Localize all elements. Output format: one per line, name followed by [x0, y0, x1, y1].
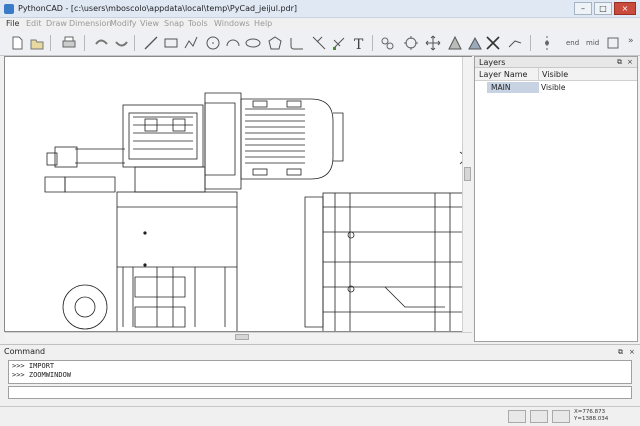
snap-mid-button[interactable]: mid — [586, 39, 599, 47]
command-float-button[interactable]: ⧉ — [618, 348, 623, 357]
trim-tool-icon[interactable] — [330, 34, 348, 52]
canvas-horizontal-scrollbar[interactable] — [5, 332, 472, 341]
coordinate-y: Y=1388.034 — [574, 416, 609, 422]
menu-modify[interactable]: Modify — [110, 19, 137, 28]
maximize-button[interactable]: □ — [594, 2, 612, 15]
canvas-vertical-scrollbar[interactable] — [462, 57, 472, 332]
cad-drawing — [44, 92, 465, 331]
chamfer-tool-icon[interactable] — [310, 34, 328, 52]
cursor-coordinates: X=776.873 Y=1388.034 — [574, 409, 608, 423]
command-panel: Command ⧉ × >>> IMPORT >>> ZOOMWINDOW — [0, 344, 640, 406]
command-input[interactable] — [8, 386, 632, 399]
menu-dimension[interactable]: Dimension — [69, 19, 112, 28]
delete-tool-icon[interactable] — [484, 34, 502, 52]
layers-panel: Layers ⧉ × Layer Name Visible MAIN Visib… — [474, 56, 638, 342]
toolbar: T end mid » — [0, 30, 640, 56]
minimize-button[interactable]: – — [574, 2, 592, 15]
copy-tool-icon[interactable] — [378, 34, 396, 52]
open-file-icon[interactable] — [28, 34, 46, 52]
menu-help[interactable]: Help — [254, 19, 272, 28]
status-snap-icon[interactable] — [530, 410, 548, 423]
column-layer-name[interactable]: Layer Name — [479, 70, 527, 79]
new-file-icon[interactable] — [8, 34, 26, 52]
layers-table-header: Layer Name Visible — [475, 68, 637, 81]
window-title: PythonCAD - [c:\users\mboscolo\appdata\l… — [18, 4, 298, 13]
menu-windows[interactable]: Windows — [214, 19, 250, 28]
dimension-tool-icon[interactable] — [506, 34, 524, 52]
snap-end-button[interactable]: end — [566, 39, 579, 47]
command-history-line: >>> IMPORT — [12, 362, 55, 370]
horizontal-scroll-thumb[interactable] — [235, 334, 249, 340]
layers-close-button[interactable]: × — [627, 58, 633, 66]
print-icon[interactable] — [60, 34, 78, 52]
command-history-line: >>> ZOOMWINDOW — [12, 371, 72, 379]
undo-icon[interactable] — [92, 34, 110, 52]
svg-text:T: T — [354, 37, 364, 52]
coordinate-x: X=776.873 — [574, 409, 606, 415]
polyline-tool-icon[interactable] — [182, 34, 200, 52]
toolbar-overflow-button[interactable]: » — [628, 36, 634, 46]
move-tool-icon[interactable] — [424, 34, 442, 52]
app-icon — [4, 4, 14, 14]
column-visible[interactable]: Visible — [542, 70, 568, 79]
rectangle-tool-icon[interactable] — [162, 34, 180, 52]
command-panel-title: Command — [4, 347, 46, 356]
menu-file[interactable]: File — [6, 19, 19, 28]
close-button[interactable]: × — [614, 2, 636, 15]
circle-tool-icon[interactable] — [204, 34, 222, 52]
mirror-tool-icon[interactable] — [446, 34, 464, 52]
line-tool-icon[interactable] — [142, 34, 160, 52]
rotate-tool-icon[interactable] — [402, 34, 420, 52]
scale-tool-icon[interactable] — [466, 34, 484, 52]
arc-tool-icon[interactable] — [224, 34, 242, 52]
menu-snap[interactable]: Snap — [164, 19, 184, 28]
redo-icon[interactable] — [112, 34, 130, 52]
menu-bar: File Edit Draw Dimension Modify View Sna… — [0, 18, 640, 30]
menu-draw[interactable]: Draw — [46, 19, 67, 28]
layer-row[interactable]: MAIN Visible — [475, 82, 637, 93]
drawing-canvas[interactable] — [4, 56, 472, 332]
layers-float-button[interactable]: ⧉ — [617, 58, 622, 67]
ellipse-tool-icon[interactable] — [244, 34, 262, 52]
menu-edit[interactable]: Edit — [26, 19, 42, 28]
status-grid-icon[interactable] — [508, 410, 526, 423]
text-tool-icon[interactable]: T — [350, 34, 368, 53]
snap-center-icon[interactable] — [604, 34, 622, 52]
menu-view[interactable]: View — [140, 19, 159, 28]
snap-grid-icon[interactable] — [538, 34, 556, 52]
polygon-tool-icon[interactable] — [266, 34, 284, 52]
layer-visible[interactable]: Visible — [541, 82, 566, 93]
layers-panel-header: Layers ⧉ × — [475, 57, 637, 68]
menu-tools[interactable]: Tools — [188, 19, 208, 28]
vertical-scroll-thumb[interactable] — [464, 167, 471, 181]
command-history: >>> IMPORT >>> ZOOMWINDOW — [8, 360, 632, 384]
fillet-tool-icon[interactable] — [288, 34, 306, 52]
status-ortho-icon[interactable] — [552, 410, 570, 423]
status-bar: X=776.873 Y=1388.034 — [0, 406, 640, 426]
layers-panel-title: Layers — [479, 58, 506, 67]
layer-name[interactable]: MAIN — [487, 82, 539, 93]
command-close-button[interactable]: × — [629, 348, 635, 356]
title-bar: PythonCAD - [c:\users\mboscolo\appdata\l… — [0, 0, 640, 18]
